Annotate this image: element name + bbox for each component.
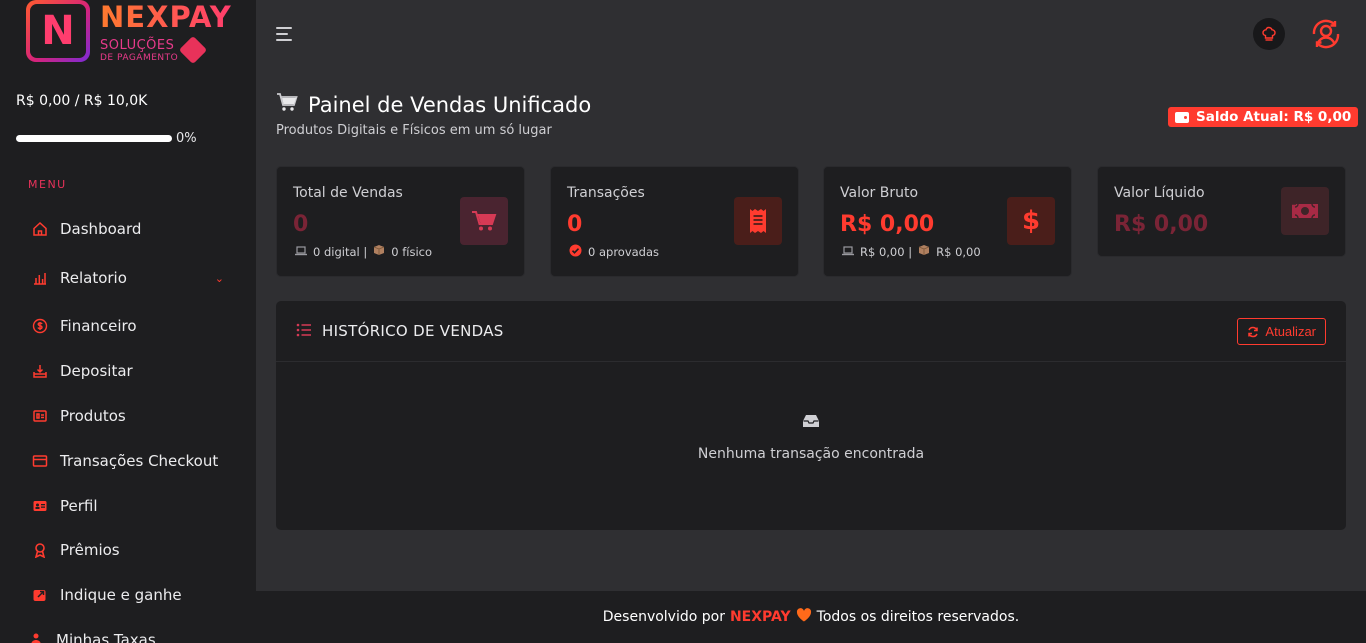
- sidebar-item-label: Relatorio: [60, 269, 127, 287]
- chef-hat-icon[interactable]: [1253, 18, 1285, 50]
- refresh-icon: [1248, 326, 1259, 337]
- inbox-icon: [803, 413, 819, 432]
- check-circle-icon: [569, 244, 582, 260]
- sidebar-item-label: Transações Checkout: [60, 452, 219, 470]
- sidebar: N NEXPAY SOLUÇÕES DE PAGAMENTO R$ 0,00 /…: [0, 0, 256, 643]
- logo-subtitle: SOLUÇÕES: [100, 38, 175, 53]
- history-title: HISTÓRICO DE VENDAS: [322, 322, 504, 340]
- card-footnote: R$ 0,00 | R$ 0,00: [842, 244, 981, 259]
- balance-progress-bar: [16, 135, 172, 142]
- card-footnote-aprovadas: 0 aprovadas: [588, 245, 660, 259]
- credit-card-icon: [22, 453, 58, 469]
- card-value: 0: [293, 212, 309, 237]
- card-label: Total de Vendas: [293, 185, 403, 201]
- card-valor-bruto: Valor Bruto R$ 0,00 R$ 0,00 | R$ 0,00 $: [823, 166, 1072, 277]
- product-box-icon: [22, 408, 58, 424]
- refresh-label: Atualizar: [1265, 324, 1316, 339]
- heart-icon: [796, 608, 812, 626]
- sidebar-item-label: Financeiro: [60, 317, 137, 335]
- sidebar-item-relatorio[interactable]: Relatorio ⌄: [22, 262, 234, 294]
- progress-percent: 0%: [176, 131, 197, 146]
- cart-icon: [276, 92, 298, 117]
- id-card-icon: [22, 498, 58, 514]
- card-footnote: 0 aprovadas: [569, 244, 659, 260]
- card-label: Valor Bruto: [840, 185, 919, 201]
- sales-history-panel: HISTÓRICO DE VENDAS Atualizar Nenhuma tr…: [276, 301, 1346, 530]
- logo-mark: N: [26, 0, 90, 62]
- menu-section-title: MENU: [28, 178, 67, 191]
- history-header: HISTÓRICO DE VENDAS Atualizar: [276, 301, 1346, 362]
- saldo-badge: Saldo Atual: R$ 0,00: [1168, 107, 1359, 127]
- balance-limit: R$ 0,00 / R$ 10,0K: [16, 93, 148, 109]
- card-value: R$ 0,00: [840, 212, 935, 237]
- logo-name: NEXPAY: [100, 0, 232, 34]
- card-value: R$ 0,00: [1114, 212, 1209, 237]
- dollar-circle-icon: [22, 318, 58, 334]
- money-bill-icon: [1281, 187, 1329, 235]
- award-icon: [22, 542, 58, 558]
- card-label: Valor Líquido: [1114, 185, 1205, 201]
- card-value: 0: [567, 212, 583, 237]
- sidebar-item-indique-e-ganhe[interactable]: Indique e ganhe: [22, 579, 234, 611]
- cart-icon: [460, 197, 508, 245]
- sidebar-item-perfil[interactable]: Perfil: [22, 490, 234, 522]
- menu-icon[interactable]: [276, 27, 292, 41]
- package-icon: [918, 244, 930, 259]
- share-icon: [22, 587, 58, 603]
- card-footnote: 0 digital | 0 físico: [295, 244, 432, 259]
- empty-state-text: Nenhuma transação encontrada: [697, 446, 925, 462]
- sidebar-item-financeiro[interactable]: Financeiro: [22, 310, 234, 342]
- bar-chart-icon: [22, 270, 58, 286]
- card-label: Transações: [567, 185, 645, 201]
- sidebar-item-produtos[interactable]: Produtos: [22, 400, 234, 432]
- footer-brand[interactable]: NEXPAY: [730, 609, 791, 625]
- sidebar-item-label: Prêmios: [60, 541, 120, 559]
- laptop-icon: [842, 245, 854, 259]
- card-valor-liquido: Valor Líquido R$ 0,00: [1097, 166, 1346, 257]
- sidebar-item-transacoes-checkout[interactable]: Transações Checkout: [22, 445, 234, 477]
- logo-letter: N: [41, 8, 75, 54]
- footer-suffix: Todos os direitos reservados.: [816, 609, 1020, 625]
- wallet-icon: [1175, 111, 1189, 123]
- card-footnote-fisico: R$ 0,00: [936, 244, 981, 259]
- card-transacoes: Transações 0 0 aprovadas: [550, 166, 799, 277]
- card-footnote-digital: 0 digital |: [313, 244, 368, 259]
- sidebar-item-dashboard[interactable]: Dashboard: [22, 213, 234, 245]
- home-icon: [22, 221, 58, 237]
- sidebar-item-label: Depositar: [60, 362, 133, 380]
- page-header: Painel de Vendas Unificado Produtos Digi…: [276, 92, 591, 139]
- sidebar-item-label: Minhas Taxas: [56, 631, 156, 643]
- saldo-text: Saldo Atual: R$ 0,00: [1196, 109, 1352, 125]
- sidebar-item-label: Indique e ganhe: [60, 586, 182, 604]
- sidebar-item-depositar[interactable]: Depositar: [22, 355, 234, 387]
- sidebar-item-label: Dashboard: [60, 220, 142, 238]
- package-icon: [373, 244, 385, 259]
- receipt-icon: [734, 197, 782, 245]
- page-title: Painel de Vendas Unificado: [276, 92, 591, 117]
- user-sync-icon[interactable]: [1309, 17, 1343, 51]
- list-icon: [296, 322, 312, 341]
- nexpay-logo[interactable]: N NEXPAY SOLUÇÕES DE PAGAMENTO: [26, 0, 231, 66]
- refresh-button[interactable]: Atualizar: [1237, 318, 1326, 345]
- dollar-icon: $: [1007, 197, 1055, 245]
- topbar: [256, 0, 1366, 68]
- laptop-icon: [295, 245, 307, 259]
- sidebar-item-premios[interactable]: Prêmios: [22, 534, 234, 566]
- footer-prefix: Desenvolvido por: [602, 609, 725, 625]
- logo-subtitle-2: DE PAGAMENTO: [100, 53, 179, 63]
- sidebar-item-minhas-taxas[interactable]: Minhas Taxas: [18, 624, 230, 643]
- footer: Desenvolvido por NEXPAY Todos os direito…: [256, 591, 1366, 643]
- chevron-down-icon: ⌄: [214, 271, 224, 285]
- sidebar-item-label: Produtos: [60, 407, 126, 425]
- sidebar-item-label: Perfil: [60, 497, 98, 515]
- deposit-tray-icon: [22, 363, 58, 379]
- card-total-vendas: Total de Vendas 0 0 digital | 0 físico: [276, 166, 525, 277]
- logo-diamond-icon: [178, 35, 208, 65]
- page-subtitle: Produtos Digitais e Físicos em um só lug…: [276, 123, 552, 138]
- user-fee-icon: [18, 632, 54, 643]
- card-footnote-digital: R$ 0,00 |: [860, 244, 913, 259]
- page-title-text: Painel de Vendas Unificado: [308, 92, 592, 117]
- card-footnote-fisico: 0 físico: [391, 244, 433, 259]
